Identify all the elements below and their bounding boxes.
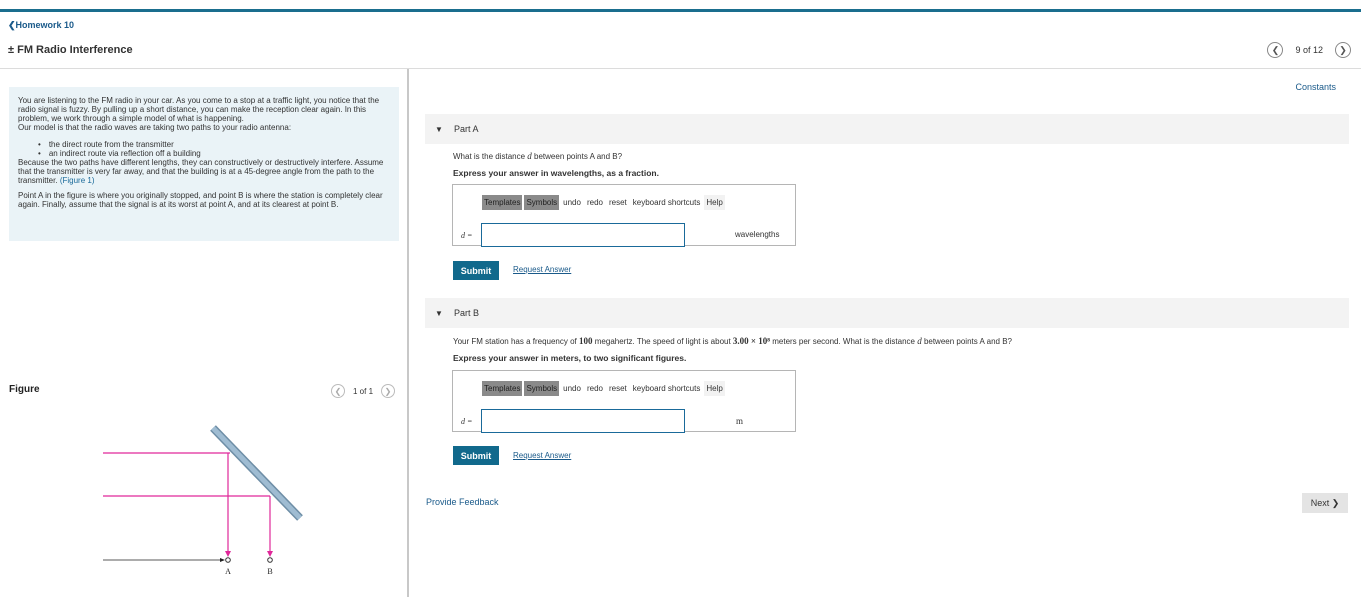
question-variable: d [917,336,922,346]
part-a-unit: wavelengths [735,230,780,239]
paths-list: the direct route from the transmitter an… [38,140,390,158]
frequency-value: 100 [579,336,593,346]
math-toolbar: Templates Symbols undo redo reset keyboa… [482,381,725,396]
page-title: ± FM Radio Interference [8,44,133,56]
back-to-homework-link[interactable]: ❮Homework 10 [8,20,74,31]
next-figure-button[interactable]: ❯ [381,384,396,398]
constants-link[interactable]: Constants [1295,82,1336,92]
arrowhead-b [267,551,273,557]
help-button[interactable]: Help [704,381,725,396]
question-text: megahertz. The speed of light is about [594,337,731,346]
symbols-button[interactable]: Symbols [524,195,560,210]
part-a-submit-button[interactable]: Submit [453,261,499,280]
symbols-button[interactable]: Symbols [524,381,560,396]
part-b-question: Your FM station has a frequency of 100 m… [453,336,1012,346]
question-variable: d [527,151,532,161]
list-item: the direct route from the transmitter [38,140,390,149]
problem-pager: ❮ 9 of 12 ❯ [1267,42,1351,58]
undo-button[interactable]: undo [561,198,583,207]
figure-heading: Figure [9,384,40,395]
part-b-submit-button[interactable]: Submit [453,446,499,465]
point-a-label: A [225,567,231,576]
answer-variable-label: d = [461,417,473,426]
list-item: an indirect route via reflection off a b… [38,149,390,158]
part-a-label: Part A [454,124,479,134]
intro-paragraph-4: Point A in the figure is where you origi… [18,191,383,209]
keyboard-shortcuts-button[interactable]: keyboard shortcuts [631,384,703,393]
arrowhead-a [225,551,231,557]
problem-position: 9 of 12 [1295,45,1323,55]
next-problem-button[interactable]: ❯ [1335,42,1351,58]
point-a-marker [225,557,231,563]
problem-intro: You are listening to the FM radio in you… [9,87,399,241]
question-text: What is the distance [453,152,526,161]
help-button[interactable]: Help [704,195,725,210]
figure-pager: ❮ 1 of 1 ❯ [331,384,396,398]
point-b-label: B [267,567,272,576]
direct-ray-arrowhead [220,558,225,562]
question-text: Your FM station has a frequency of [453,337,577,346]
previous-figure-button[interactable]: ❮ [331,384,345,398]
interference-figure: A B [103,425,303,576]
redo-button[interactable]: redo [585,384,605,393]
reset-button[interactable]: reset [607,198,629,207]
part-b-header[interactable]: ▼ Part B [425,298,1349,328]
next-button[interactable]: Next ❯ [1302,493,1348,513]
provide-feedback-link[interactable]: Provide Feedback [426,497,499,507]
intro-paragraph-1: You are listening to the FM radio in you… [18,96,380,123]
header-divider [0,68,1361,69]
part-b-request-answer-link[interactable]: Request Answer [513,451,571,460]
collapse-triangle-icon: ▼ [435,125,443,134]
intro-paragraph-2: Our model is that the radio waves are ta… [18,123,292,132]
part-b-label: Part B [454,308,480,318]
part-b-answer-editor: Templates Symbols undo redo reset keyboa… [452,370,796,433]
part-a-instruction: Express your answer in wavelengths, as a… [453,168,659,178]
part-b-unit: m [736,416,744,426]
templates-button[interactable]: Templates [482,195,523,210]
part-a-question: What is the distance d between points A … [453,151,622,161]
question-text: meters per second. What is the distance [772,337,915,346]
intro-paragraph-3: Because the two paths have different len… [18,158,390,185]
question-text: between points A and B? [923,337,1013,346]
pane-divider[interactable] [407,69,409,597]
question-text: between points A and B? [534,152,623,161]
reset-button[interactable]: reset [607,384,629,393]
part-a-header[interactable]: ▼ Part A [425,114,1349,144]
speed-of-light-value: 3.00 × 10⁸ [732,336,770,346]
figure-position: 1 of 1 [353,386,374,396]
keyboard-shortcuts-button[interactable]: keyboard shortcuts [631,198,703,207]
part-a-request-answer-link[interactable]: Request Answer [513,265,571,274]
redo-button[interactable]: redo [585,198,605,207]
undo-button[interactable]: undo [561,384,583,393]
answer-variable-label: d = [461,231,473,240]
part-b-answer-input[interactable] [481,409,685,433]
building-reflector-highlight [211,426,302,520]
top-accent-bar [0,9,1361,12]
previous-problem-button[interactable]: ❮ [1267,42,1284,58]
collapse-triangle-icon: ▼ [435,309,443,318]
templates-button[interactable]: Templates [482,381,523,396]
figure-link[interactable]: (Figure 1) [60,176,95,185]
math-toolbar: Templates Symbols undo redo reset keyboa… [482,195,725,210]
point-b-marker [267,557,273,563]
part-b-instruction: Express your answer in meters, to two si… [453,353,687,363]
part-a-answer-input[interactable] [481,223,685,247]
